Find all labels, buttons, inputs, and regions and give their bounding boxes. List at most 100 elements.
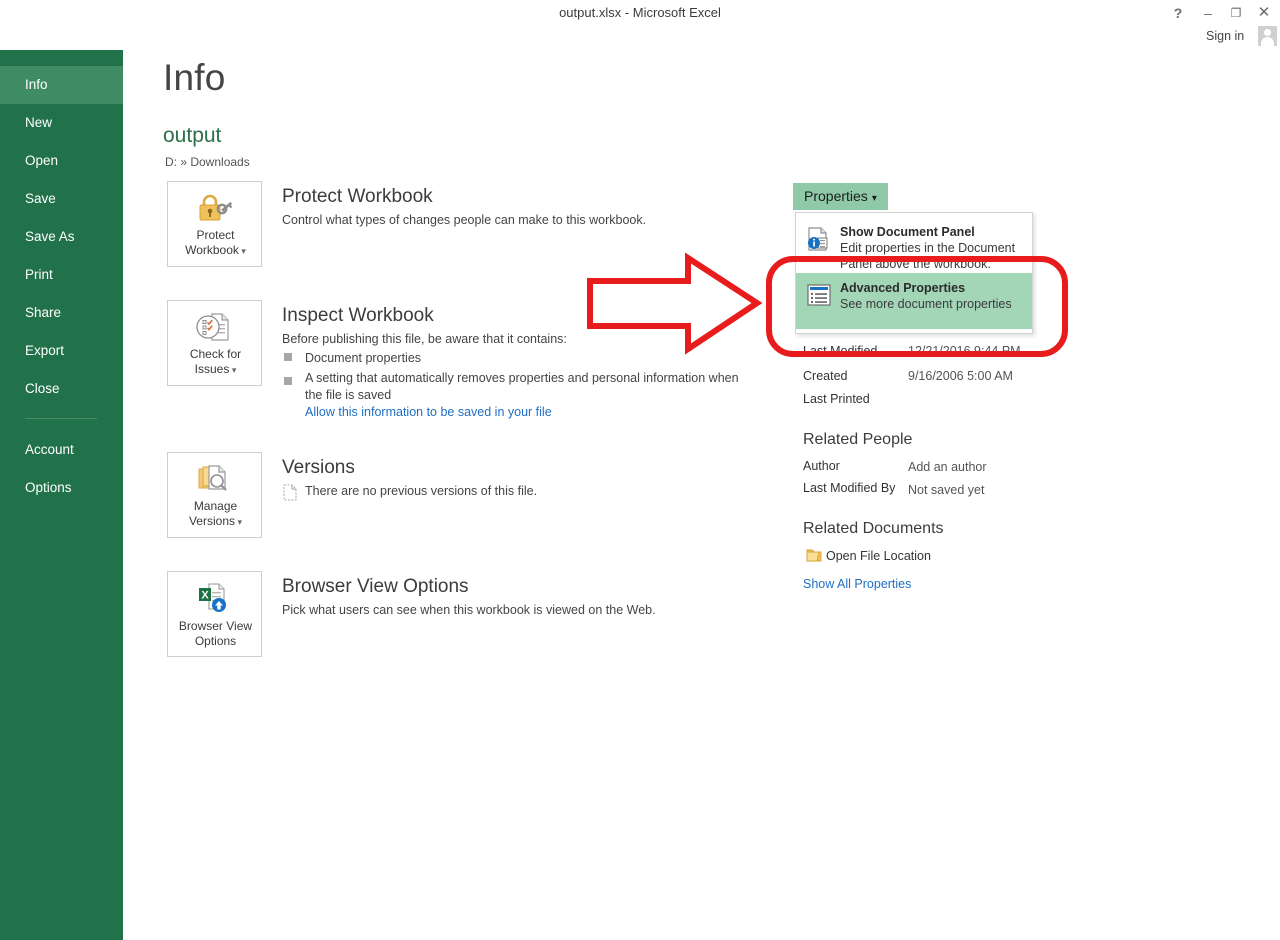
tile-label-line1: Protect	[196, 228, 234, 242]
versions-desc: There are no previous versions of this f…	[305, 484, 537, 498]
properties-button-label: Properties	[804, 188, 868, 204]
sidebar-item-label: Print	[25, 267, 53, 282]
prop-label-last-modified-by: Last Modified By	[803, 481, 895, 495]
manage-versions-icon	[195, 463, 235, 500]
browser-view-options-button[interactable]: X Browser View Options	[167, 571, 262, 657]
versions-title: Versions	[282, 457, 355, 479]
menu-item-subtitle: Edit properties in the Document Panel ab…	[840, 240, 1026, 272]
allow-info-saved-link[interactable]: Allow this information to be saved in yo…	[305, 405, 552, 419]
chevron-down-icon: ▾	[229, 365, 236, 375]
sidebar-item-print[interactable]: Print	[0, 256, 123, 294]
inspect-bullet-1: Document properties	[305, 350, 725, 367]
show-all-properties-link[interactable]: Show All Properties	[803, 577, 911, 591]
tile-label-line1: Manage	[194, 499, 237, 513]
avatar-head	[1264, 29, 1271, 36]
file-name: output	[163, 124, 221, 148]
document-info-icon	[806, 226, 832, 257]
protect-workbook-label: Protect Workbook ▾	[168, 228, 263, 259]
browser-view-options-label: Browser View Options	[168, 619, 263, 649]
sidebar-item-account[interactable]: Account	[0, 431, 123, 469]
protect-workbook-title: Protect Workbook	[282, 186, 433, 208]
inspect-workbook-title: Inspect Workbook	[282, 305, 434, 327]
title-bar: output.xlsx - Microsoft Excel ? – ❐ ✕ Si…	[0, 0, 1280, 50]
prop-label-created: Created	[803, 369, 847, 383]
minimize-button[interactable]: –	[1196, 2, 1220, 24]
menu-item-title: Show Document Panel	[840, 224, 1026, 240]
tile-label-line1: Browser View	[179, 619, 252, 633]
backstage-sidebar: Info New Open Save Save As Print Share E…	[0, 0, 123, 940]
properties-button[interactable]: Properties ▾	[793, 183, 888, 210]
manage-versions-label: Manage Versions ▾	[168, 499, 263, 530]
sidebar-item-share[interactable]: Share	[0, 294, 123, 332]
avatar[interactable]	[1258, 26, 1277, 46]
open-file-location-link[interactable]: Open File Location	[826, 549, 931, 563]
related-people-heading: Related People	[803, 431, 912, 449]
sidebar-item-label: Open	[25, 153, 58, 168]
menu-item-advanced-properties[interactable]: Advanced Properties See more document pr…	[796, 273, 1032, 329]
sidebar-item-close[interactable]: Close	[0, 370, 123, 408]
sidebar-item-open[interactable]: Open	[0, 142, 123, 180]
browser-view-options-title: Browser View Options	[282, 576, 469, 598]
menu-item-title: Advanced Properties	[840, 280, 1026, 296]
inspect-workbook-desc: Before publishing this file, be aware th…	[282, 332, 567, 346]
sidebar-nav-list-bottom: Account Options	[0, 431, 123, 507]
manage-versions-button[interactable]: Manage Versions ▾	[167, 452, 262, 538]
properties-list-icon	[806, 282, 832, 313]
page-title: Info	[163, 57, 226, 99]
prop-label-last-modified: Last Modified	[803, 344, 877, 358]
tile-label-line2: Issues	[195, 362, 230, 376]
sidebar-item-label: Save	[25, 191, 56, 206]
help-button[interactable]: ?	[1166, 2, 1190, 24]
sidebar-item-label: Account	[25, 442, 74, 457]
tile-label-line2: Options	[195, 634, 236, 648]
sidebar-divider	[25, 418, 97, 419]
chevron-down-icon: ▾	[872, 193, 877, 204]
properties-dropdown-menu: Show Document Panel Edit properties in t…	[795, 212, 1033, 334]
sidebar-item-new[interactable]: New	[0, 104, 123, 142]
version-page-icon	[283, 484, 297, 506]
protect-workbook-desc: Control what types of changes people can…	[282, 213, 646, 227]
sidebar-nav-list: Info New Open Save Save As Print Share E…	[0, 66, 123, 408]
sidebar-item-label: Close	[25, 381, 60, 396]
inspect-bullet-2: A setting that automatically removes pro…	[305, 370, 755, 404]
file-path: D: » Downloads	[165, 155, 250, 169]
sidebar-item-options[interactable]: Options	[0, 469, 123, 507]
bullet-marker	[284, 377, 292, 385]
sidebar-item-label: New	[25, 115, 52, 130]
sidebar-item-info[interactable]: Info	[0, 66, 123, 104]
prop-label-last-printed: Last Printed	[803, 392, 870, 406]
sidebar-item-label: Export	[25, 343, 64, 358]
folder-icon	[806, 548, 822, 568]
sidebar-item-save-as[interactable]: Save As	[0, 218, 123, 256]
sidebar-item-label: Share	[25, 305, 61, 320]
backstage-main-panel: Info output D: » Downloads Protect Workb…	[123, 0, 1280, 940]
prop-value-created: 9/16/2006 5:00 AM	[908, 369, 1013, 383]
sign-in-button[interactable]: Sign in	[1206, 29, 1244, 43]
chevron-down-icon: ▾	[235, 517, 242, 527]
maximize-button[interactable]: ❐	[1224, 2, 1248, 24]
tile-label-line2: Workbook	[185, 243, 239, 257]
check-document-icon	[195, 311, 235, 348]
avatar-body	[1261, 37, 1274, 46]
chevron-down-icon: ▾	[239, 246, 246, 256]
related-documents-heading: Related Documents	[803, 520, 944, 538]
svg-text:X: X	[201, 590, 209, 602]
menu-item-show-document-panel[interactable]: Show Document Panel Edit properties in t…	[796, 217, 1032, 273]
check-for-issues-label: Check for Issues ▾	[168, 347, 263, 378]
tile-label-line2: Versions	[189, 514, 235, 528]
menu-item-subtitle: See more document properties	[840, 296, 1026, 312]
sidebar-item-save[interactable]: Save	[0, 180, 123, 218]
sidebar-item-label: Options	[25, 480, 72, 495]
sidebar-item-export[interactable]: Export	[0, 332, 123, 370]
prop-value-last-modified: 12/21/2016 9:44 PM	[908, 344, 1021, 358]
protect-workbook-button[interactable]: Protect Workbook ▾	[167, 181, 262, 267]
lock-key-icon	[195, 192, 235, 229]
browser-view-icon: X	[195, 582, 235, 619]
prop-label-author: Author	[803, 459, 840, 473]
tile-label-line1: Check for	[190, 347, 241, 361]
sidebar-item-label: Info	[25, 77, 48, 92]
close-button[interactable]: ✕	[1252, 2, 1276, 24]
browser-view-options-desc: Pick what users can see when this workbo…	[282, 603, 656, 617]
check-for-issues-button[interactable]: Check for Issues ▾	[167, 300, 262, 386]
prop-value-author[interactable]: Add an author	[908, 460, 987, 474]
